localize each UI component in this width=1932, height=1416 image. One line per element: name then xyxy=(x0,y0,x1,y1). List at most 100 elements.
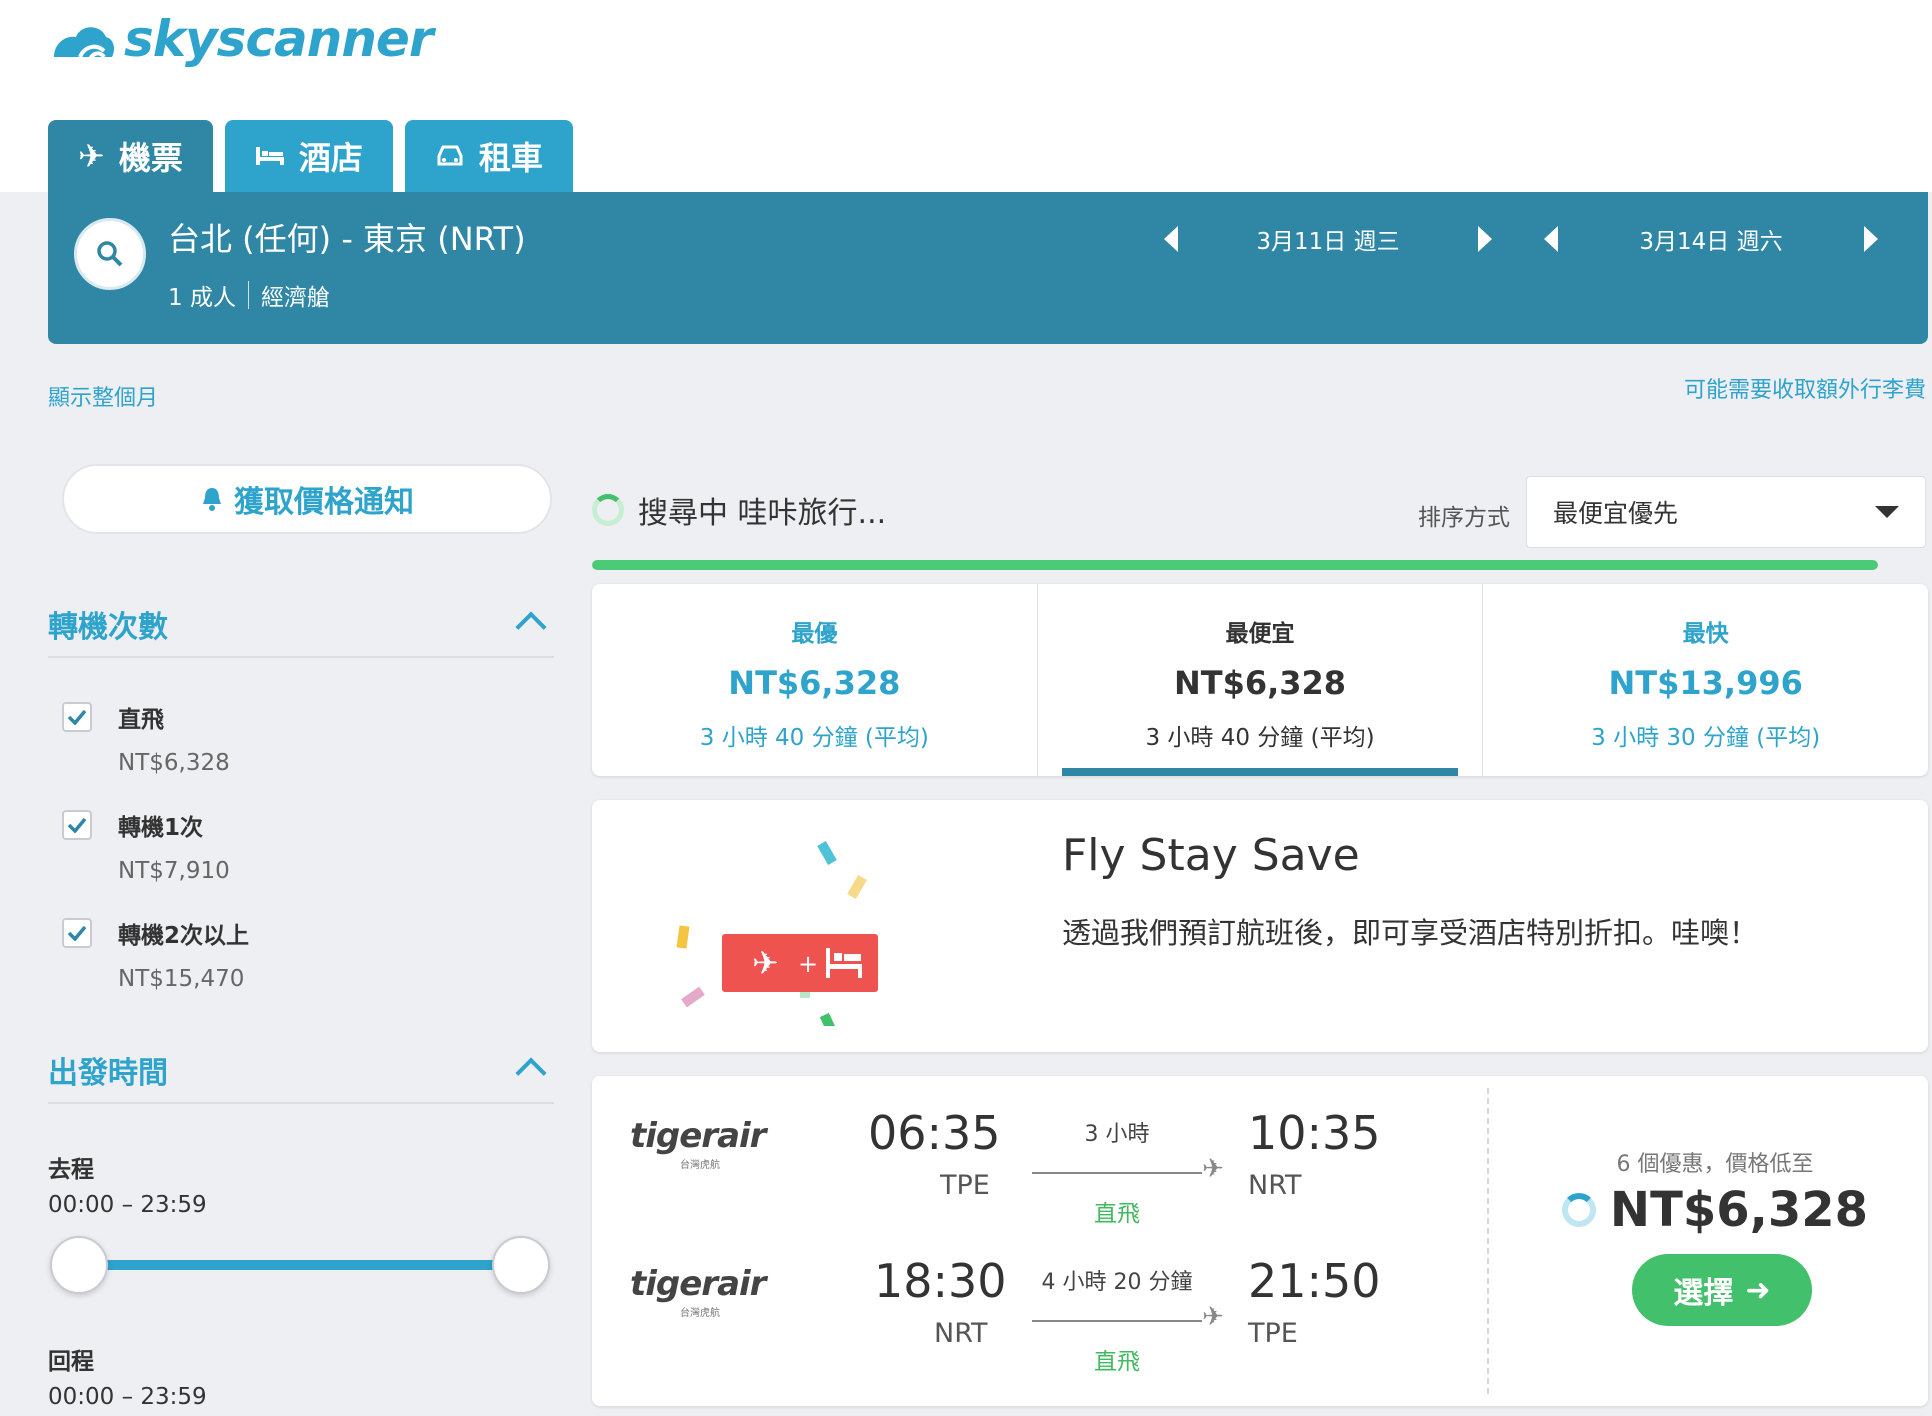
tab-cars[interactable]: 租車 xyxy=(404,120,573,192)
depart-date[interactable]: 3月11日 週三 xyxy=(1178,222,1478,256)
logo-text: skyscanner xyxy=(124,10,434,68)
sort-label: 排序方式 xyxy=(1418,505,1510,531)
select-label: 選擇 xyxy=(1673,1276,1734,1311)
stop-price: NT$6,328 xyxy=(118,750,230,776)
route-line xyxy=(1032,1320,1202,1322)
bell-icon xyxy=(203,488,221,511)
passenger-info[interactable]: 1 成人 經濟艙 xyxy=(168,278,330,312)
depart-time: 18:30 xyxy=(874,1254,1007,1308)
deals-text: 6 個優惠，價格低至 xyxy=(1616,1152,1814,1177)
stop-option-one[interactable]: 轉機1次 NT$7,910 xyxy=(62,808,230,884)
divider xyxy=(247,281,249,309)
result-price: NT$6,328 xyxy=(1609,1182,1869,1238)
promo-title: Fly Stay Save xyxy=(1062,830,1360,881)
check-icon xyxy=(67,817,87,833)
top-header: skyscanner ✈ 機票 酒店 租車 xyxy=(0,0,1932,192)
loading-spinner-icon xyxy=(592,494,624,526)
summary-cheapest[interactable]: 最便宜 NT$6,328 3 小時 40 分鐘 (平均) xyxy=(1036,584,1483,776)
depart-airport: NRT xyxy=(934,1318,988,1349)
return-date-picker: 3月14日 週六 xyxy=(1544,222,1878,256)
checkbox-direct[interactable] xyxy=(62,702,92,732)
flight-duration: 3 小時 xyxy=(1084,1122,1150,1147)
airline-logo: tigerair 台灣虎航 xyxy=(630,1116,766,1171)
arrive-airport: TPE xyxy=(1248,1318,1298,1349)
collapse-times-chevron-icon[interactable] xyxy=(515,1057,547,1089)
edit-search-button[interactable] xyxy=(74,218,146,290)
outbound-time-slider[interactable] xyxy=(78,1260,522,1270)
stop-option-direct[interactable]: 直飛 NT$6,328 xyxy=(62,700,230,776)
ticket-divider xyxy=(1487,1088,1489,1394)
plane-icon: ✈ xyxy=(78,137,105,175)
flight-duration: 4 小時 20 分鐘 xyxy=(1041,1270,1193,1295)
summary-duration: 3 小時 40 分鐘 (平均) xyxy=(699,725,929,751)
checkbox-two-plus-stops[interactable] xyxy=(62,918,92,948)
summary-title: 最便宜 xyxy=(1225,621,1295,647)
arrive-time: 10:35 xyxy=(1248,1106,1381,1160)
stops-filter-title[interactable]: 轉機次數 xyxy=(48,602,168,646)
route-text[interactable]: 台北 (任何) - 東京 (NRT) xyxy=(168,214,526,260)
departure-time-filter-title[interactable]: 出發時間 xyxy=(48,1048,168,1092)
select-button[interactable]: 選擇 ➜ xyxy=(1632,1254,1812,1326)
divider xyxy=(48,1102,554,1104)
caret-down-icon xyxy=(1875,506,1899,518)
search-summary-bar: 台北 (任何) - 東京 (NRT) 1 成人 經濟艙 3月11日 週三 3月1… xyxy=(48,192,1928,344)
summary-price: NT$6,328 xyxy=(1173,664,1347,702)
airline-name: tigerair xyxy=(630,1116,766,1156)
tab-label: 酒店 xyxy=(298,139,363,177)
stop-price: NT$7,910 xyxy=(118,858,230,884)
collapse-stops-chevron-icon[interactable] xyxy=(515,611,547,643)
check-icon xyxy=(67,709,87,725)
summary-title: 最快 xyxy=(1682,621,1729,647)
summary-fastest[interactable]: 最快 NT$13,996 3 小時 30 分鐘 (平均) xyxy=(1482,584,1928,776)
airline-subname: 台灣虎航 xyxy=(680,1308,720,1319)
stops-label: 直飛 xyxy=(1094,1201,1140,1227)
outbound-label: 去程 xyxy=(48,1157,94,1183)
svg-text:✈: ✈ xyxy=(752,944,779,982)
sort-select[interactable]: 最便宜優先 xyxy=(1526,476,1926,548)
depart-airport: TPE xyxy=(940,1170,990,1201)
cloud-logo-icon xyxy=(54,27,114,61)
skyscanner-logo[interactable]: skyscanner xyxy=(46,10,434,68)
car-icon xyxy=(437,145,463,166)
tab-hotels[interactable]: 酒店 xyxy=(224,120,393,192)
promo-text: 透過我們預訂航班後，即可享受酒店特別折扣。哇噢！ xyxy=(1062,916,1759,950)
search-status: 搜尋中 哇咔旅行... xyxy=(592,488,886,532)
tab-label: 機票 xyxy=(118,139,183,177)
product-tabs: ✈ 機票 酒店 租車 xyxy=(48,120,573,192)
stop-name: 轉機2次以上 xyxy=(118,923,250,949)
baggage-fees-link[interactable]: 可能需要收取額外行李費 xyxy=(1684,372,1926,404)
price-panel: 6 個優惠，價格低至 NT$6,328 選擇 ➜ xyxy=(1502,1076,1928,1406)
summary-price: NT$6,328 xyxy=(728,664,901,702)
return-date[interactable]: 3月14日 週六 xyxy=(1558,222,1864,256)
summary-duration: 3 小時 30 分鐘 (平均) xyxy=(1591,725,1821,751)
check-icon xyxy=(67,925,87,941)
stop-option-two-plus[interactable]: 轉機2次以上 NT$15,470 xyxy=(62,916,249,992)
flight-result-card[interactable]: tigerair 台灣虎航 06:35 TPE 3 小時 ✈ 直飛 10:35 … xyxy=(592,1076,1928,1406)
summary-best[interactable]: 最優 NT$6,328 3 小時 40 分鐘 (平均) xyxy=(592,584,1037,776)
prev-depart-date-button[interactable] xyxy=(1164,226,1178,252)
tab-flights[interactable]: ✈ 機票 xyxy=(48,120,213,192)
slider-end-handle[interactable] xyxy=(492,1236,550,1294)
passengers: 1 成人 xyxy=(168,285,236,311)
plane-icon: ✈ xyxy=(1202,1302,1224,1332)
airline-name: tigerair xyxy=(630,1264,766,1304)
search-progress-bar xyxy=(592,560,1878,570)
next-depart-date-button[interactable] xyxy=(1478,226,1492,252)
outbound-time-range: 00:00 – 23:59 xyxy=(48,1192,207,1218)
depart-time: 06:35 xyxy=(868,1106,1001,1160)
price-alert-button[interactable]: 獲取價格通知 xyxy=(62,464,552,534)
airline-subname: 台灣虎航 xyxy=(680,1160,720,1171)
route-line xyxy=(1032,1172,1202,1174)
status-text: 搜尋中 哇咔旅行... xyxy=(638,496,887,531)
result-price-row: NT$6,328 xyxy=(1502,1182,1928,1238)
next-return-date-button[interactable] xyxy=(1864,226,1878,252)
svg-text:+: + xyxy=(798,950,818,978)
show-whole-month-link[interactable]: 顯示整個月 xyxy=(48,380,158,412)
slider-start-handle[interactable] xyxy=(50,1236,108,1294)
progress-fill xyxy=(592,560,1878,570)
stops-label: 直飛 xyxy=(1094,1349,1140,1375)
prev-return-date-button[interactable] xyxy=(1544,226,1558,252)
arrive-airport: NRT xyxy=(1248,1170,1302,1201)
checkbox-one-stop[interactable] xyxy=(62,810,92,840)
fly-stay-save-banner[interactable]: ✈ + Fly Stay Save 透過我們預訂航班後，即可享受酒店特別折扣。哇… xyxy=(592,800,1928,1052)
